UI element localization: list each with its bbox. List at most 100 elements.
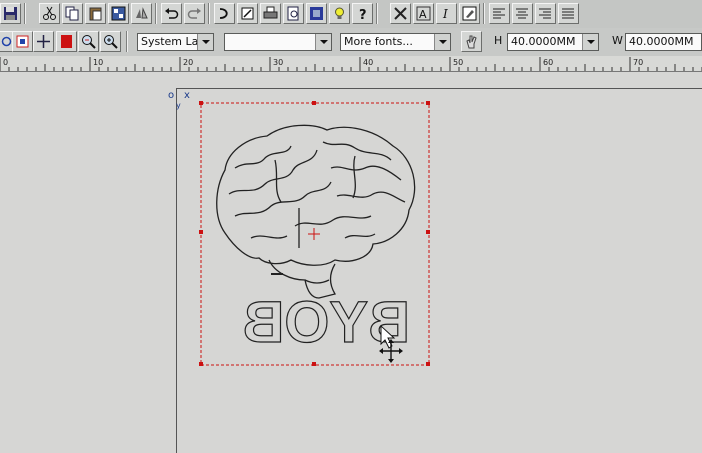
work-area-left-edge xyxy=(176,88,177,453)
align-center-button[interactable] xyxy=(512,3,533,24)
design-text: BYOB xyxy=(242,290,410,355)
toolbar-separator xyxy=(155,3,157,24)
language-select[interactable]: System Lan xyxy=(137,33,214,51)
undo-icon xyxy=(165,8,179,19)
align-left-button[interactable] xyxy=(489,3,510,24)
ruler-label: 10 xyxy=(93,58,103,67)
chevron-down-icon[interactable] xyxy=(582,34,598,50)
copy-button[interactable] xyxy=(62,3,83,24)
font-options-button[interactable] xyxy=(461,31,482,52)
selection-handle-bottom-right[interactable] xyxy=(426,362,430,366)
toolbar-separator xyxy=(208,3,210,24)
justify-icon xyxy=(562,8,574,19)
font-select-value: More fonts... xyxy=(344,35,413,48)
ruler-label: 50 xyxy=(453,58,463,67)
curve-button[interactable] xyxy=(214,3,235,24)
zoom-in-button[interactable] xyxy=(100,31,121,52)
move-button[interactable] xyxy=(33,31,54,52)
print-button[interactable] xyxy=(260,3,281,24)
svg-text:?: ? xyxy=(359,8,367,21)
text-box-button[interactable] xyxy=(459,3,480,24)
preview-icon xyxy=(287,6,299,21)
tools-button[interactable] xyxy=(390,3,411,24)
object-center-marker xyxy=(308,228,320,240)
ruler-label: 0 xyxy=(3,58,8,67)
ruler-label: 40 xyxy=(363,58,373,67)
align-center-icon xyxy=(516,8,528,19)
curve-icon xyxy=(219,8,228,19)
preview-button[interactable] xyxy=(283,3,304,24)
node-button[interactable] xyxy=(12,31,33,52)
italic-button[interactable]: I xyxy=(436,3,457,24)
toolbar-separator xyxy=(483,3,485,24)
redo-button[interactable] xyxy=(184,3,205,24)
selection-handle-bottom-left[interactable] xyxy=(199,362,203,366)
text-box-icon xyxy=(462,6,477,21)
align-right-button[interactable] xyxy=(535,3,556,24)
selection-handle-right[interactable] xyxy=(426,230,430,234)
width-input-value: 40.0000MM xyxy=(629,35,694,48)
fill-color-icon xyxy=(61,35,72,48)
save-button[interactable] xyxy=(0,3,21,24)
print-icon xyxy=(263,6,278,19)
help-button[interactable]: ? xyxy=(352,3,373,24)
bulb-button[interactable] xyxy=(329,3,350,24)
fill-color-button[interactable] xyxy=(56,31,77,52)
zoom-button[interactable] xyxy=(78,31,99,52)
selection-handle-bottom[interactable] xyxy=(312,362,316,366)
svg-text:I: I xyxy=(442,7,448,21)
frame-button[interactable] xyxy=(306,3,327,24)
zoom-icon xyxy=(82,35,96,49)
ruler-label: 30 xyxy=(273,58,283,67)
mirror-button[interactable] xyxy=(131,3,152,24)
selection-handle-left[interactable] xyxy=(199,230,203,234)
selection-handle-top-left[interactable] xyxy=(199,101,203,105)
font-select[interactable]: More fonts... xyxy=(340,33,451,51)
move-icon xyxy=(37,35,50,48)
cut-icon xyxy=(43,6,56,20)
chevron-down-icon[interactable] xyxy=(197,34,213,50)
toolbar-separator xyxy=(376,3,378,24)
main-toolbar: ? A I xyxy=(0,0,702,29)
ruler-label: 70 xyxy=(633,58,643,67)
italic-icon: I xyxy=(442,7,448,21)
copy-icon xyxy=(65,6,79,21)
selection-handle-top-right[interactable] xyxy=(426,101,430,105)
font-style-select[interactable] xyxy=(224,33,332,51)
horizontal-ruler[interactable]: 0102030405060708090 xyxy=(0,56,702,72)
ruler-label: 60 xyxy=(543,58,553,67)
height-input[interactable]: 40.0000MM xyxy=(507,33,599,51)
text-button[interactable]: A xyxy=(413,3,434,24)
selection-handle-top[interactable] xyxy=(312,101,316,105)
clone-button[interactable] xyxy=(108,3,129,24)
toolbar-separator xyxy=(126,31,128,52)
tools-icon xyxy=(394,7,407,20)
selected-design-object[interactable]: BYOB xyxy=(195,98,435,373)
ruler-label: 20 xyxy=(183,58,193,67)
zoom-in-icon xyxy=(104,35,118,49)
svg-text:A: A xyxy=(419,8,427,21)
toolbar-separator xyxy=(24,3,26,24)
cut-button[interactable] xyxy=(39,3,60,24)
justify-button[interactable] xyxy=(558,3,579,24)
chevron-down-icon[interactable] xyxy=(315,34,331,50)
align-left-icon xyxy=(493,8,505,19)
language-select-value: System Lan xyxy=(141,35,206,48)
help-icon: ? xyxy=(359,8,367,21)
height-label: H xyxy=(494,34,503,47)
brain-outline-icon xyxy=(216,124,416,299)
node-icon xyxy=(16,35,29,48)
undo-button[interactable] xyxy=(161,3,182,24)
chevron-down-icon[interactable] xyxy=(434,34,450,50)
frame-icon xyxy=(310,7,323,20)
hand-icon xyxy=(466,35,477,49)
clone-icon xyxy=(111,6,126,21)
height-input-value: 40.0000MM xyxy=(511,35,576,48)
paste-button[interactable] xyxy=(85,3,106,24)
align-right-icon xyxy=(539,8,551,19)
text-edit-icon xyxy=(241,7,254,20)
width-input[interactable]: 40.0000MM xyxy=(625,33,702,51)
ruler-scale: 0102030405060708090 xyxy=(0,57,702,71)
bulb-icon xyxy=(335,7,344,19)
text-edit-button[interactable] xyxy=(237,3,258,24)
